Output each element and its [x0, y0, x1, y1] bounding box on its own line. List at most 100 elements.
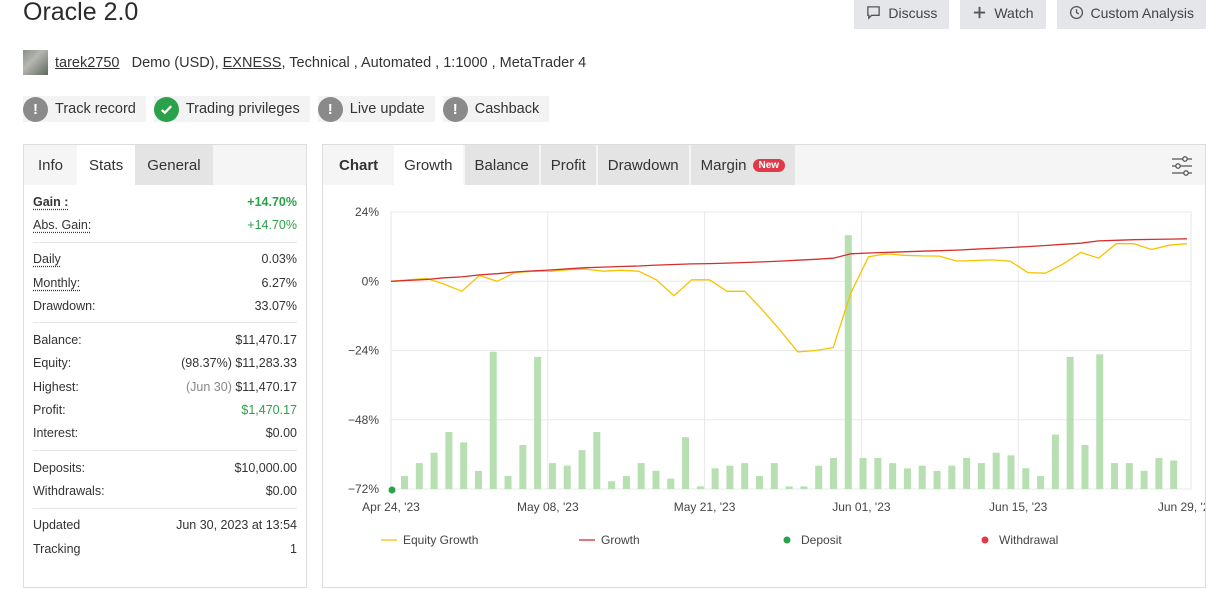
bar — [785, 486, 793, 489]
stat-value: $11,470.17 — [235, 333, 297, 348]
legend-label: Equity Growth — [403, 533, 478, 547]
bar — [460, 442, 468, 489]
badge-track-record[interactable]: ! Track record — [23, 96, 146, 122]
tab-info[interactable]: Info — [24, 145, 78, 185]
bar — [1140, 470, 1148, 489]
discuss-button[interactable]: Discuss — [854, 0, 950, 29]
tab-margin[interactable]: Margin New — [690, 145, 796, 185]
broker-link[interactable]: EXNESS — [223, 55, 282, 71]
bar — [667, 478, 675, 489]
legend-swatch — [783, 536, 791, 544]
stat-drawdown: Drawdown: 33.07% — [33, 294, 297, 317]
bar — [548, 463, 556, 489]
stat-label: Balance: — [33, 333, 82, 348]
stat-withdrawals: Withdrawals: $0.00 — [33, 479, 297, 502]
x-tick-label: Jun 01, '23 — [832, 500, 891, 514]
badge-live-update[interactable]: ! Live update — [317, 96, 435, 122]
stat-value: (Jun 30) $11,470.17 — [186, 379, 297, 394]
growth-chart[interactable]: 24% 0% −24% −48% −72% Apr 24, '23 May 08, '23 M… — [323, 185, 1205, 587]
stats-tabs: Info Stats General — [24, 145, 306, 185]
bar — [889, 463, 897, 489]
bar — [430, 452, 438, 489]
divider — [33, 241, 297, 243]
stat-label: Equity: — [33, 356, 72, 371]
divider — [33, 322, 297, 324]
custom-analysis-label: Custom Analysis — [1090, 4, 1194, 21]
bar — [637, 463, 645, 489]
stat-label[interactable]: Gain : — [33, 195, 68, 209]
stat-value: 33.07% — [254, 298, 297, 313]
bar — [859, 457, 867, 489]
account-details: , Technical , Automated , 1:1000 , MetaT… — [281, 54, 587, 71]
chart-settings-icon[interactable] — [1171, 155, 1193, 177]
top-actions: Discuss Watch Custom Analysis — [854, 0, 1206, 29]
stat-value: $0.00 — [265, 426, 297, 441]
tab-drawdown[interactable]: Drawdown — [597, 145, 689, 185]
bar — [489, 351, 497, 489]
bar — [1007, 455, 1015, 489]
stat-label: Highest: — [33, 379, 79, 394]
y-tick-label: −48% — [348, 413, 379, 427]
stat-value: 0.03% — [261, 252, 297, 267]
bar — [593, 432, 601, 489]
stat-updated: Updated Jun 30, 2023 at 13:54 — [33, 514, 297, 537]
custom-analysis-button[interactable]: Custom Analysis — [1056, 0, 1206, 29]
y-tick-label: 0% — [362, 274, 380, 288]
stat-equity: Equity: (98.37%) $11,283.33 — [33, 352, 297, 375]
x-tick-label: Jun 15, '23 — [989, 500, 1048, 514]
stat-label[interactable]: Abs. Gain: — [33, 218, 91, 232]
badge-trading-privileges[interactable]: Trading privileges — [153, 96, 310, 122]
bar — [948, 465, 956, 489]
bar — [578, 450, 586, 489]
legend-label: Deposit — [801, 533, 842, 547]
bar — [652, 470, 660, 489]
legend-swatch — [981, 536, 989, 544]
stat-value: +14.70% — [247, 217, 297, 232]
account-meta: tarek2750 Demo (USD), EXNESS , Technical… — [23, 50, 586, 75]
bar — [918, 465, 926, 489]
account-type: Demo (USD), — [131, 54, 219, 71]
bar — [622, 476, 630, 489]
stat-label: Updated — [33, 518, 81, 533]
stats-list: Gain : +14.70% Abs. Gain: +14.70% Daily 0.0… — [24, 185, 306, 560]
bar — [1022, 468, 1030, 489]
tab-profit[interactable]: Profit — [540, 145, 596, 185]
bar — [1037, 476, 1045, 489]
stat-label[interactable]: Monthly: — [33, 276, 80, 290]
discuss-label: Discuss — [888, 4, 938, 21]
tab-growth[interactable]: Growth — [394, 145, 463, 185]
verification-badges: ! Track record Trading privileges ! Live… — [23, 96, 550, 122]
avatar[interactable] — [23, 50, 48, 75]
stat-value: $1,470.17 — [241, 403, 297, 418]
user-link[interactable]: tarek2750 — [55, 55, 120, 71]
tab-chart[interactable]: Chart — [323, 145, 393, 185]
stat-label[interactable]: Daily — [33, 252, 61, 266]
bar — [1066, 356, 1074, 489]
stat-abs-gain: Abs. Gain: +14.70% — [33, 213, 297, 236]
stat-gain: Gain : +14.70% — [33, 190, 297, 213]
bar — [963, 457, 971, 489]
exclamation-icon: ! — [317, 96, 343, 122]
divider — [33, 507, 297, 509]
check-icon — [153, 96, 179, 122]
bar — [445, 432, 453, 489]
tab-margin-label: Margin — [700, 156, 747, 174]
bar — [534, 356, 542, 489]
bar — [874, 457, 882, 489]
stat-value: $10,000.00 — [234, 460, 297, 475]
tab-general[interactable]: General — [135, 145, 213, 185]
bar — [519, 444, 527, 489]
tab-stats[interactable]: Stats — [77, 145, 136, 185]
tab-balance[interactable]: Balance — [464, 145, 539, 185]
stat-highest: Highest: (Jun 30) $11,470.17 — [33, 375, 297, 398]
watch-button[interactable]: Watch — [960, 0, 1046, 29]
stat-value: Jun 30, 2023 at 13:54 — [176, 518, 297, 533]
equity-growth-line — [390, 243, 1188, 353]
stats-panel: Info Stats General Gain : +14.70% Abs. Ga… — [23, 144, 307, 588]
stat-label: Tracking — [33, 541, 81, 556]
bar — [726, 465, 734, 489]
clock-icon — [1069, 5, 1083, 20]
legend-label: Withdrawal — [999, 533, 1058, 547]
bar — [504, 476, 512, 489]
badge-cashback[interactable]: ! Cashback — [442, 96, 550, 122]
